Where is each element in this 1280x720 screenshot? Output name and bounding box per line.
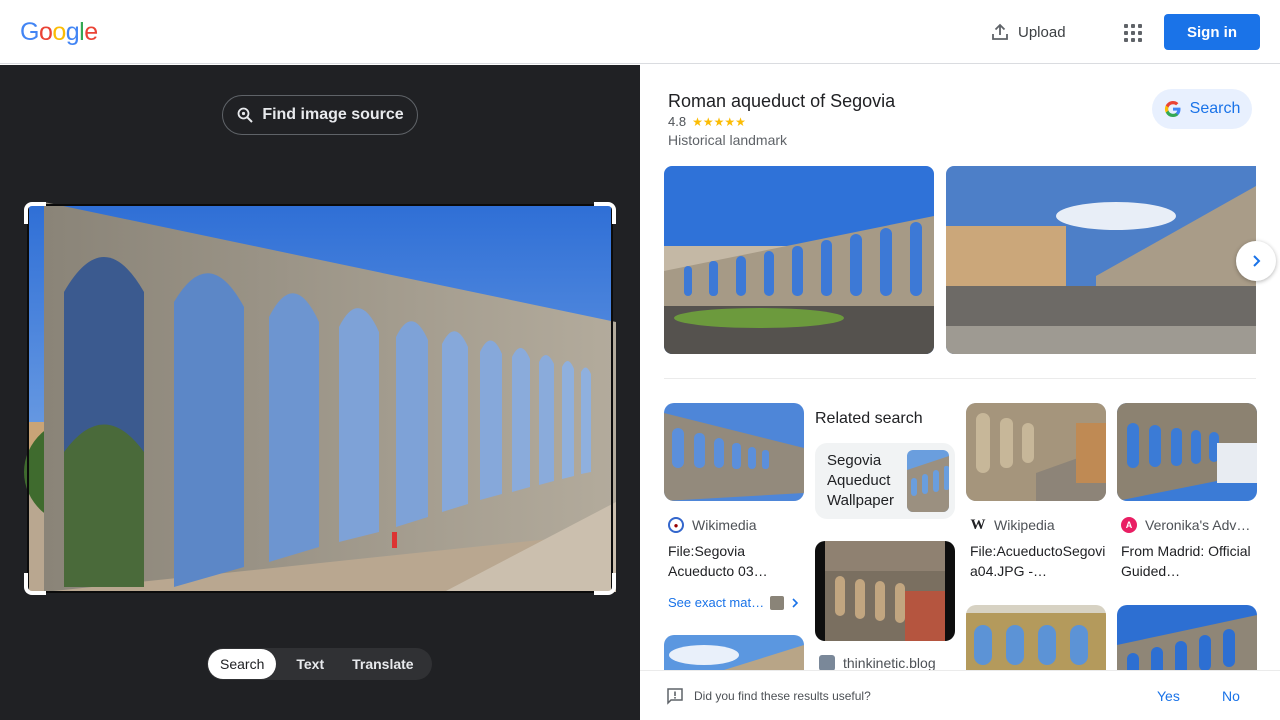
- top-bar: Google Upload Sign in: [0, 0, 1280, 64]
- entity-type: Historical landmark: [668, 132, 788, 148]
- results-panel: Roman aqueduct of Segovia 4.8 ★★★★★ Hist…: [640, 65, 1280, 670]
- logo-letter: G: [20, 18, 39, 46]
- result-card[interactable]: A Veronika's Adv… From Madrid: Official …: [1117, 403, 1257, 581]
- feedback-icon: [667, 687, 683, 705]
- entity-title[interactable]: Roman aqueduct of Segovia: [668, 91, 895, 112]
- crop-handle-top-right[interactable]: [594, 202, 616, 224]
- rating-value: 4.8: [668, 114, 687, 129]
- result-title: From Madrid: Official Guided…: [1121, 543, 1251, 579]
- find-image-source-button[interactable]: Find image source: [222, 95, 418, 135]
- exact-match-label: See exact mat…: [668, 595, 765, 610]
- logo-letter: e: [84, 18, 98, 46]
- entity-image-2[interactable]: [946, 166, 1256, 354]
- google-apps-icon[interactable]: [1118, 18, 1146, 46]
- upload-button[interactable]: Upload: [990, 18, 1066, 46]
- result-thumbnail: [966, 605, 1106, 670]
- lens-search-icon: [237, 107, 254, 123]
- exact-match-thumb-icon: [770, 595, 785, 610]
- upload-label: Upload: [1018, 23, 1066, 41]
- related-search-query: Segovia Aqueduct Wallpaper: [827, 452, 894, 509]
- feedback-bar: Did you find these results useful? Yes N…: [640, 670, 1280, 720]
- next-images-button[interactable]: [1236, 241, 1276, 281]
- result-card-partial[interactable]: [1117, 605, 1257, 670]
- entity-image-1[interactable]: [664, 166, 934, 354]
- see-exact-matches-link[interactable]: See exact mat…: [668, 595, 800, 610]
- result-card[interactable]: W Wikipedia File:AcueductoSegovia04.JPG …: [966, 403, 1106, 581]
- entity-search-label: Search: [1189, 100, 1241, 117]
- find-source-label: Find image source: [262, 106, 404, 123]
- aqueduct-thumbnail: [664, 166, 934, 354]
- section-divider: [664, 378, 1256, 379]
- chevron-right-icon: [1253, 255, 1261, 267]
- entity-rating: 4.8 ★★★★★: [668, 114, 746, 129]
- result-title: File:AcueductoSegovia04.JPG -…: [970, 543, 1106, 579]
- entity-search-button[interactable]: Search: [1152, 89, 1252, 129]
- chevron-right-icon: [792, 597, 799, 608]
- result-source: A Veronika's Adv…: [1121, 517, 1257, 533]
- wikimedia-icon: ●: [668, 517, 684, 533]
- google-logo[interactable]: Google: [20, 18, 98, 47]
- related-search-thumbnail: [906, 450, 949, 512]
- star-rating-icon: ★★★★★: [692, 114, 746, 129]
- tab-translate[interactable]: Translate: [340, 649, 425, 679]
- result-card-partial[interactable]: [664, 635, 804, 670]
- thinkinetic-icon: [819, 655, 835, 670]
- tab-text[interactable]: Text: [276, 649, 340, 679]
- result-source-name: Wikimedia: [692, 517, 757, 533]
- tab-search[interactable]: Search: [208, 649, 277, 679]
- aqueduct-photo: [24, 202, 616, 593]
- feedback-no-button[interactable]: No: [1222, 688, 1240, 704]
- result-card-partial[interactable]: [966, 605, 1106, 670]
- result-thumbnail: [815, 541, 955, 641]
- result-source: thinkinetic.blog: [819, 655, 955, 670]
- result-card[interactable]: ● Wikimedia File:Segovia Acueducto 03…: [664, 403, 804, 581]
- logo-letter: o: [52, 18, 66, 46]
- sign-in-button[interactable]: Sign in: [1164, 14, 1260, 50]
- query-image-panel: Find image source Search Text Translate: [0, 65, 640, 720]
- result-thumbnail: [1117, 403, 1257, 501]
- result-thumbnail: [1117, 605, 1257, 670]
- mode-tabs: Search Text Translate: [207, 648, 432, 680]
- result-thumbnail: [664, 403, 804, 501]
- result-source: W Wikipedia: [970, 517, 1106, 533]
- result-title: File:Segovia Acueducto 03…: [668, 543, 768, 579]
- related-search-heading: Related search: [815, 410, 923, 427]
- result-source-name: Veronika's Adv…: [1145, 517, 1251, 533]
- crop-handle-bottom-left[interactable]: [24, 573, 46, 595]
- result-thumbnail: [966, 403, 1106, 501]
- veronikas-adventure-icon: A: [1121, 517, 1137, 533]
- result-source-name: Wikipedia: [994, 517, 1055, 533]
- result-source-name: thinkinetic.blog: [843, 655, 936, 670]
- query-image-crop-area[interactable]: [24, 202, 616, 595]
- feedback-yes-button[interactable]: Yes: [1157, 688, 1180, 704]
- result-thumbnail: [664, 635, 804, 670]
- upload-icon: [992, 23, 1008, 40]
- logo-letter: g: [65, 18, 80, 46]
- crop-handle-top-left[interactable]: [24, 202, 46, 224]
- google-g-icon: [1164, 100, 1181, 118]
- aqueduct-street-thumbnail: [946, 166, 1256, 354]
- logo-letter: o: [38, 18, 53, 46]
- related-search-chip[interactable]: Segovia Aqueduct Wallpaper: [815, 443, 955, 519]
- crop-handle-bottom-right[interactable]: [594, 573, 616, 595]
- result-card[interactable]: thinkinetic.blog: [815, 541, 955, 670]
- feedback-question: Did you find these results useful?: [694, 688, 871, 703]
- wikipedia-icon: W: [970, 517, 986, 533]
- result-source: ● Wikimedia: [668, 517, 804, 533]
